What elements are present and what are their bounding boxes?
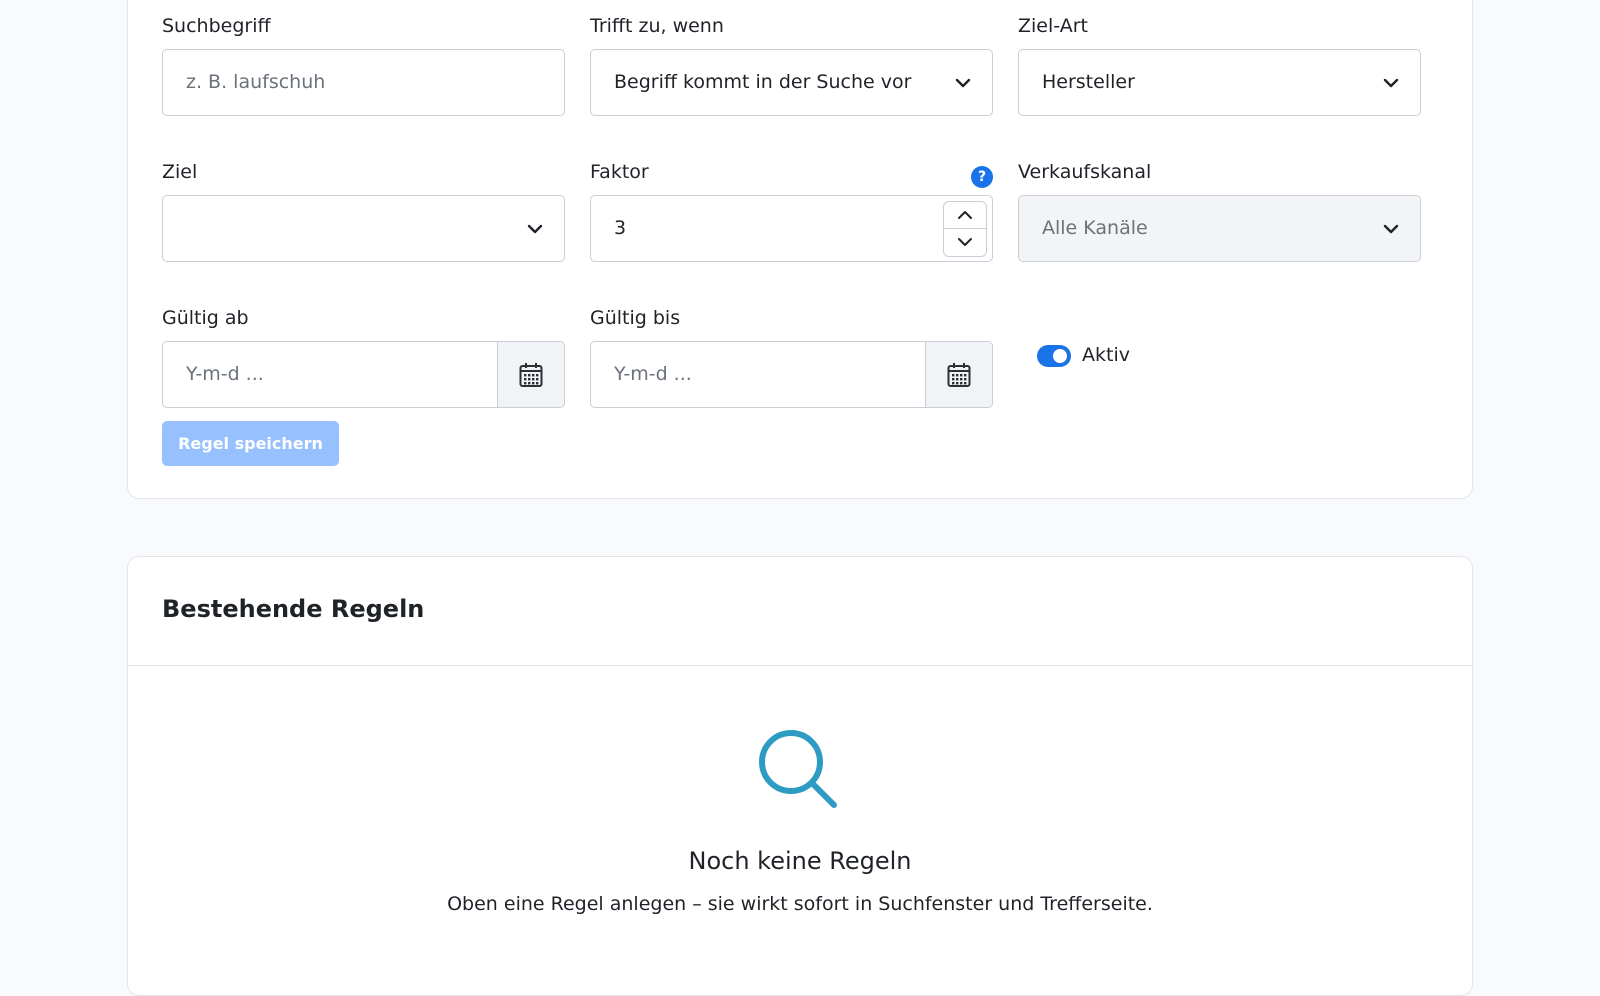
valid-to-calendar-button[interactable] — [925, 342, 992, 407]
chevron-down-icon — [1383, 224, 1399, 234]
target-label: Ziel — [162, 161, 198, 183]
chevron-down-icon — [1383, 78, 1399, 88]
valid-to-control: Y-m-d ... — [590, 341, 993, 408]
existing-rules-card: Bestehende Regeln Noch keine Regeln Oben… — [127, 556, 1473, 996]
search-term-input[interactable]: z. B. laufschuh — [162, 49, 565, 116]
factor-label: Faktor — [590, 161, 649, 183]
chevron-down-icon — [527, 224, 543, 234]
empty-state-title: Noch keine Regeln — [688, 847, 912, 875]
toggle-knob — [1053, 349, 1067, 363]
calendar-icon — [519, 363, 543, 387]
match-label: Trifft zu, wenn — [590, 15, 724, 37]
chevron-up-icon — [958, 211, 972, 219]
search-term-placeholder: z. B. laufschuh — [186, 71, 326, 93]
rule-form-card: Suchbegriff z. B. laufschuh Trifft zu, w… — [127, 0, 1473, 499]
target-type-select[interactable]: Hersteller — [1018, 49, 1421, 116]
valid-to-label: Gültig bis — [590, 307, 681, 329]
chevron-down-icon — [955, 78, 971, 88]
search-term-label: Suchbegriff — [162, 15, 271, 37]
valid-from-label: Gültig ab — [162, 307, 249, 329]
valid-to-placeholder: Y-m-d ... — [614, 363, 692, 385]
help-icon[interactable]: ? — [971, 166, 993, 188]
increment-button[interactable] — [944, 202, 986, 229]
target-select[interactable] — [162, 195, 565, 262]
sales-channel-select[interactable]: Alle Kanäle — [1018, 195, 1421, 262]
valid-from-control: Y-m-d ... — [162, 341, 565, 408]
valid-from-calendar-button[interactable] — [497, 342, 564, 407]
decrement-button[interactable] — [944, 229, 986, 256]
search-icon — [759, 730, 837, 808]
factor-stepper — [943, 201, 987, 257]
target-type-value: Hersteller — [1042, 71, 1135, 93]
empty-state-text: Oben eine Regel anlegen – sie wirkt sofo… — [447, 893, 1153, 915]
match-value: Begriff kommt in der Suche vor — [614, 71, 912, 93]
valid-to-input[interactable]: Y-m-d ... — [591, 342, 926, 407]
match-select[interactable]: Begriff kommt in der Suche vor — [590, 49, 993, 116]
factor-value: 3 — [614, 217, 627, 239]
active-toggle[interactable] — [1037, 345, 1071, 367]
valid-from-input[interactable]: Y-m-d ... — [163, 342, 498, 407]
active-label[interactable]: Aktiv — [1082, 344, 1130, 366]
chevron-down-icon — [958, 238, 972, 246]
target-type-label: Ziel-Art — [1018, 15, 1088, 37]
divider — [128, 665, 1472, 666]
sales-channel-value: Alle Kanäle — [1042, 217, 1148, 239]
sales-channel-label: Verkaufskanal — [1018, 161, 1152, 183]
factor-input[interactable]: 3 — [590, 195, 993, 262]
existing-rules-title: Bestehende Regeln — [162, 595, 425, 623]
save-rule-button[interactable]: Regel speichern — [162, 421, 339, 466]
calendar-icon — [947, 363, 971, 387]
valid-from-placeholder: Y-m-d ... — [186, 363, 264, 385]
